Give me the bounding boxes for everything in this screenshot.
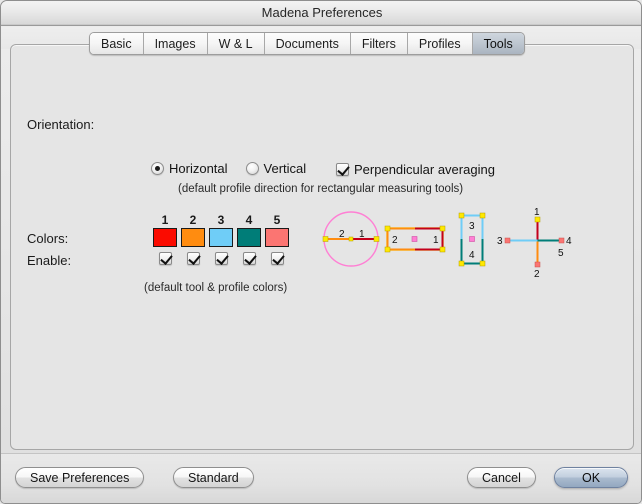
- color-swatch-cell: [207, 228, 235, 247]
- rect-v-handle-tl[interactable]: [459, 213, 464, 218]
- cancel-button[interactable]: Cancel: [467, 467, 536, 488]
- rect-v-handle-br[interactable]: [480, 261, 485, 266]
- color-swatch-cell: [179, 228, 207, 247]
- rect-v-handle-center[interactable]: [470, 237, 475, 242]
- rect-horizontal-tool-preview: 2 1: [385, 226, 445, 252]
- crosshair-handle-right[interactable]: [559, 238, 564, 243]
- enable-checkbox-row: [151, 252, 291, 265]
- swatch-number: 3: [207, 213, 235, 227]
- preferences-window: Madena Preferences Orientation: Horizont…: [0, 0, 642, 504]
- rect-h-label-2: 2: [392, 235, 398, 246]
- radio-dot-icon: [246, 162, 259, 175]
- crosshair-tool-preview: 1 2 3 4 5: [497, 207, 572, 280]
- tab-tools[interactable]: Tools: [473, 33, 524, 54]
- swatch-number: 4: [235, 213, 263, 227]
- swatch-number-header: 1 2 3 4 5: [151, 213, 291, 227]
- circle-label-2: 2: [339, 229, 345, 240]
- circle-handle-left[interactable]: [323, 237, 328, 242]
- swatch-number: 2: [179, 213, 207, 227]
- color-swatch-2[interactable]: [181, 228, 205, 247]
- rect-v-handle-bl[interactable]: [459, 261, 464, 266]
- rect-v-label-4: 4: [469, 250, 475, 261]
- color-swatch-cell: [263, 228, 291, 247]
- color-swatch-3[interactable]: [209, 228, 233, 247]
- circle-handle-center[interactable]: [349, 237, 353, 241]
- rect-h-handle-bl[interactable]: [385, 247, 390, 252]
- rect-h-handle-tr[interactable]: [440, 226, 445, 231]
- color-swatch-5[interactable]: [265, 228, 289, 247]
- perpendicular-averaging-label: Perpendicular averaging: [354, 162, 495, 177]
- rect-h-handle-tl[interactable]: [385, 226, 390, 231]
- crosshair-label-2: 2: [534, 269, 540, 280]
- enable-checkbox-cell: [151, 252, 179, 265]
- enable-checkbox-cell: [263, 252, 291, 265]
- rect-v-label-3: 3: [469, 221, 475, 232]
- enable-checkbox-cell: [207, 252, 235, 265]
- enable-checkbox-5[interactable]: [271, 252, 284, 265]
- swatch-number: 5: [263, 213, 291, 227]
- color-swatch-row: [151, 228, 291, 247]
- color-swatch-4[interactable]: [237, 228, 261, 247]
- window-title: Madena Preferences: [1, 5, 642, 20]
- orientation-label: Orientation:: [27, 117, 94, 132]
- tab-w-and-l[interactable]: W & L: [208, 33, 265, 54]
- rect-vertical-tool-preview: 3 4: [459, 213, 485, 266]
- tab-bar[interactable]: Basic Images W & L Documents Filters Pro…: [89, 32, 525, 55]
- rect-h-handle-center[interactable]: [412, 237, 417, 242]
- radio-dot-icon: [151, 162, 164, 175]
- enable-checkbox-cell: [235, 252, 263, 265]
- color-swatch-1[interactable]: [153, 228, 177, 247]
- colors-label: Colors:: [27, 231, 68, 246]
- tab-filters[interactable]: Filters: [351, 33, 408, 54]
- tab-documents[interactable]: Documents: [265, 33, 351, 54]
- tool-preview-graphics: 2 1 2 1: [311, 203, 573, 285]
- window-titlebar[interactable]: Madena Preferences: [1, 1, 642, 26]
- radio-vertical[interactable]: Vertical: [246, 161, 307, 176]
- tab-basic[interactable]: Basic: [90, 33, 144, 54]
- rect-h-label-1: 1: [433, 235, 439, 246]
- circle-label-1: 1: [359, 229, 365, 240]
- standard-button[interactable]: Standard: [173, 467, 254, 488]
- enable-checkbox-3[interactable]: [215, 252, 228, 265]
- orientation-hint-text: (default profile direction for rectangul…: [178, 183, 463, 195]
- enable-checkbox-2[interactable]: [187, 252, 200, 265]
- swatch-number: 1: [151, 213, 179, 227]
- radio-vertical-label: Vertical: [264, 161, 307, 176]
- save-preferences-button[interactable]: Save Preferences: [15, 467, 144, 488]
- checkmark-icon: [336, 163, 349, 176]
- crosshair-label-4: 4: [566, 236, 572, 247]
- enable-checkbox-cell: [179, 252, 207, 265]
- enable-checkbox-4[interactable]: [243, 252, 256, 265]
- color-swatch-cell: [235, 228, 263, 247]
- radio-horizontal[interactable]: Horizontal: [151, 161, 228, 176]
- orientation-radio-group[interactable]: Horizontal Vertical: [151, 161, 324, 176]
- colors-hint-text: (default tool & profile colors): [144, 282, 287, 294]
- checkbox-perpendicular-averaging[interactable]: Perpendicular averaging: [336, 162, 495, 177]
- tab-images[interactable]: Images: [144, 33, 208, 54]
- rect-h-handle-br[interactable]: [440, 247, 445, 252]
- crosshair-label-5: 5: [558, 248, 564, 259]
- crosshair-handle-bottom[interactable]: [535, 262, 540, 267]
- radio-horizontal-label: Horizontal: [169, 161, 228, 176]
- enable-label: Enable:: [27, 253, 71, 268]
- color-swatch-cell: [151, 228, 179, 247]
- circle-tool-preview: 2 1: [323, 212, 379, 266]
- crosshair-handle-left[interactable]: [505, 238, 510, 243]
- ok-button[interactable]: OK: [554, 467, 628, 488]
- circle-handle-right[interactable]: [374, 237, 379, 242]
- tab-profiles[interactable]: Profiles: [408, 33, 473, 54]
- enable-checkbox-1[interactable]: [159, 252, 172, 265]
- tab-content-panel: Orientation: Horizontal Vertical Perpend…: [10, 44, 634, 450]
- crosshair-label-3: 3: [497, 236, 503, 247]
- crosshair-label-1: 1: [534, 207, 540, 218]
- rect-v-handle-tr[interactable]: [480, 213, 485, 218]
